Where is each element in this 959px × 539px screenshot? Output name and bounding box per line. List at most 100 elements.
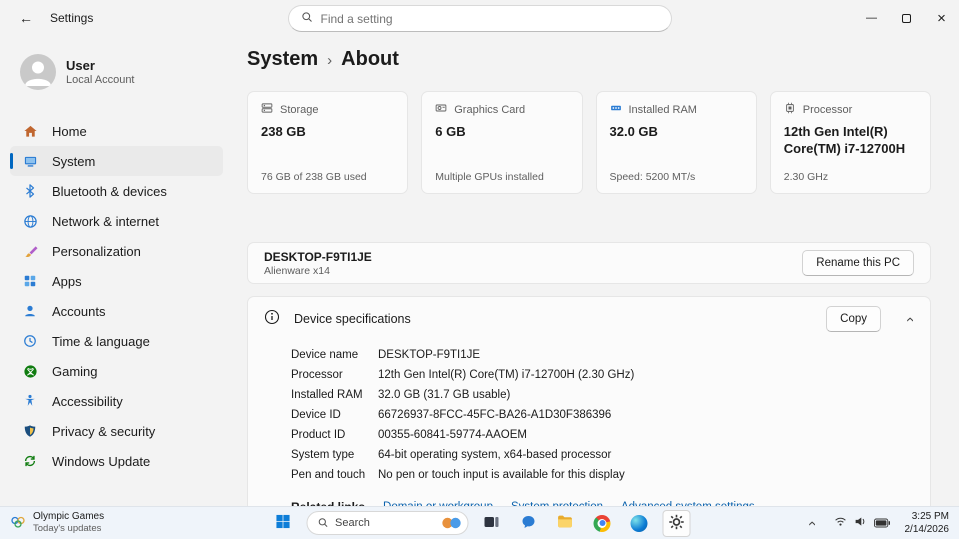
sidebar-item-gaming[interactable]: Gaming <box>10 356 223 386</box>
summary-cards: Storage 238 GB 76 GB of 238 GB used Grap… <box>247 91 931 194</box>
person-icon <box>22 303 38 319</box>
system-icon <box>22 153 38 169</box>
wifi-icon <box>834 515 847 531</box>
minimize-button[interactable]: — <box>854 0 889 36</box>
sidebar-item-label: Accounts <box>52 303 106 319</box>
volume-icon <box>854 515 867 531</box>
spec-row: System type 64-bit operating system, x64… <box>291 445 914 465</box>
spec-label: Processor <box>291 369 343 381</box>
home-icon <box>22 123 38 139</box>
taskbar-clock[interactable]: 3:25 PM 2/14/2026 <box>905 510 950 537</box>
breadcrumb-parent[interactable]: System <box>247 48 318 71</box>
sidebar-item-personalization[interactable]: Personalization <box>10 236 223 266</box>
sidebar-item-label: Accessibility <box>52 393 123 409</box>
sidebar-item-time-language[interactable]: Time & language <box>10 326 223 356</box>
search-icon <box>301 10 313 28</box>
file-explorer-button[interactable] <box>551 510 579 537</box>
sidebar-item-network-internet[interactable]: Network & internet <box>10 206 223 236</box>
settings-app-button[interactable] <box>662 509 690 537</box>
sidebar-item-label: Gaming <box>52 363 98 379</box>
chrome-button[interactable] <box>588 510 616 537</box>
user-name: User <box>66 58 95 73</box>
widget-headline: Olympic Games <box>33 510 105 522</box>
sidebar-item-label: Privacy & security <box>52 423 156 439</box>
sidebar-item-label: Windows Update <box>52 453 151 469</box>
windows-logo-icon <box>276 514 291 532</box>
spec-value: 32.0 GB (31.7 GB usable) <box>378 389 511 401</box>
card-value: 238 GB <box>261 124 306 139</box>
settings-search-input[interactable] <box>320 11 659 26</box>
sidebar-item-apps[interactable]: Apps <box>10 266 223 296</box>
copy-button[interactable]: Copy <box>826 306 881 332</box>
app-title: Settings <box>50 11 94 25</box>
edge-icon <box>630 514 648 532</box>
clock-icon <box>22 333 38 349</box>
ram-icon <box>610 102 622 117</box>
spec-value: DESKTOP-F9TI1JE <box>378 349 481 361</box>
chat-button[interactable] <box>514 510 542 537</box>
card-label: Graphics Card <box>454 103 526 116</box>
tray-overflow-button[interactable]: › <box>802 512 820 535</box>
close-button[interactable]: × <box>924 0 959 36</box>
breadcrumb: System › About <box>247 48 931 71</box>
close-icon: × <box>937 9 946 27</box>
user-avatar <box>20 54 56 90</box>
file-explorer-icon <box>557 513 574 533</box>
cpu-icon <box>784 102 796 117</box>
storage-icon <box>261 102 273 117</box>
back-button[interactable]: ← <box>14 6 38 30</box>
user-account-card[interactable]: User Local Account <box>16 50 221 94</box>
device-specifications-header[interactable]: Device specifications Copy › <box>248 297 930 341</box>
sidebar-item-bluetooth-devices[interactable]: Bluetooth & devices <box>10 176 223 206</box>
chevron-up-icon[interactable]: › <box>901 317 918 322</box>
sidebar-item-windows-update[interactable]: Windows Update <box>10 446 223 476</box>
spec-label: Product ID <box>291 429 346 441</box>
spec-row: Product ID 00355-60841-59774-AAOEM <box>291 425 914 445</box>
search-highlights-icon <box>440 515 462 531</box>
widget-subtext: Today's updates <box>33 523 102 535</box>
spec-label: Pen and touch <box>291 469 366 481</box>
accessibility-icon <box>22 393 38 409</box>
spec-row: Installed RAM 32.0 GB (31.7 GB usable) <box>291 385 914 405</box>
spec-label: Device name <box>291 349 359 361</box>
sidebar-item-system[interactable]: System <box>10 146 223 176</box>
card-detail: Speed: 5200 MT/s <box>609 171 696 183</box>
system-tray: › 3:25 PM 2/14/2026 <box>802 510 950 537</box>
sidebar-item-label: Time & language <box>52 333 150 349</box>
ram-card: Installed RAM 32.0 GB Speed: 5200 MT/s <box>595 91 757 194</box>
task-view-icon <box>483 514 499 533</box>
sidebar-item-privacy-security[interactable]: Privacy & security <box>10 416 223 446</box>
sidebar-item-label: System <box>52 153 96 169</box>
sidebar-item-home[interactable]: Home <box>10 116 223 146</box>
sidebar-nav: Home System Bluetooth & devices Network … <box>0 116 233 476</box>
sidebar-item-label: Network & internet <box>52 213 159 229</box>
device-name-panel: DESKTOP-F9TI1JE Alienware x14 Rename thi… <box>247 242 931 284</box>
widgets-button[interactable]: Olympic Games Today's updates <box>10 511 104 535</box>
sidebar-item-accounts[interactable]: Accounts <box>10 296 223 326</box>
tray-status-button[interactable] <box>829 512 895 534</box>
sidebar: User Local Account Home System Bluetooth… <box>0 36 233 506</box>
settings-window: ← Settings — × User Local Account <box>0 0 959 539</box>
sidebar-item-accessibility[interactable]: Accessibility <box>10 386 223 416</box>
taskbar-search-box[interactable]: Search <box>306 511 468 535</box>
chat-icon <box>520 514 536 533</box>
graphics-card: Graphics Card 6 GB Multiple GPUs install… <box>421 91 583 194</box>
task-view-button[interactable] <box>477 510 505 537</box>
card-detail: 2.30 GHz <box>783 171 829 183</box>
settings-search-box[interactable] <box>287 5 672 32</box>
device-model: Alienware x14 <box>264 264 330 277</box>
battery-icon <box>873 516 890 531</box>
spec-value: 66726937-8FCC-45FC-BA26-A1D30F386396 <box>378 409 612 421</box>
taskbar-search-label: Search <box>335 517 370 529</box>
start-button[interactable] <box>269 510 297 537</box>
device-name: DESKTOP-F9TI1JE <box>264 249 372 264</box>
spec-row: Processor 12th Gen Intel(R) Core(TM) i7-… <box>291 365 914 385</box>
maximize-button[interactable] <box>889 0 924 36</box>
window-controls: — × <box>854 0 959 36</box>
xbox-icon <box>22 363 38 379</box>
main-content: System › About Storage 238 GB 76 GB of 2… <box>233 36 959 506</box>
rename-pc-button[interactable]: Rename this PC <box>802 250 914 276</box>
edge-button[interactable] <box>625 510 653 537</box>
spec-label: Installed RAM <box>291 389 363 401</box>
chevron-up-icon: › <box>802 520 820 526</box>
